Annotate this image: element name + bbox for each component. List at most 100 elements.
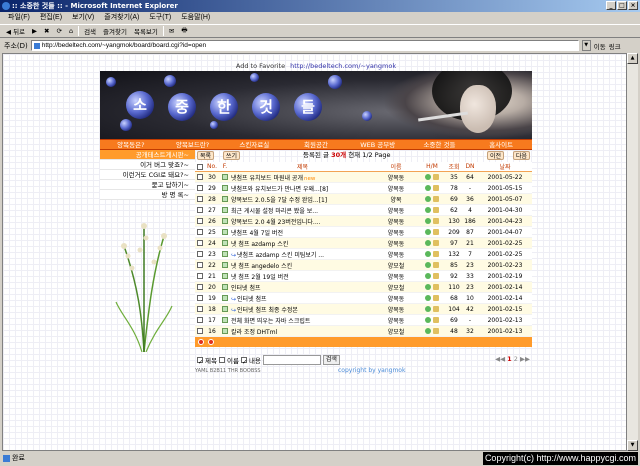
search-submit-button[interactable]: 검색 — [322, 355, 340, 365]
vertical-scrollbar[interactable]: ▲ ▼ — [627, 53, 638, 451]
row-title[interactable]: 냇첨프 4월 7일 버전 — [231, 230, 283, 237]
homepage-icon[interactable] — [433, 218, 439, 224]
write-button[interactable]: 쓰기 — [223, 151, 241, 160]
row-title-cell[interactable]: 칼라 조정 DHTml — [231, 325, 374, 337]
menu-help[interactable]: 도움말(H) — [181, 12, 210, 24]
row-title-cell[interactable]: ↪인터넷 첨프 최종 수정본 — [231, 303, 374, 315]
menu-favorites[interactable]: 즐겨찾기(A) — [104, 12, 139, 24]
table-row[interactable]: 16 칼라 조정 DHTml 양모철 48 32 2001-02-13 — [195, 325, 532, 337]
row-checkbox[interactable] — [195, 215, 205, 227]
row-checkbox[interactable] — [195, 171, 205, 183]
row-checkbox[interactable] — [195, 193, 205, 205]
next-button[interactable]: 다음 — [512, 151, 530, 160]
stop-button[interactable]: ✖ — [42, 27, 51, 35]
email-icon[interactable] — [425, 262, 431, 268]
row-author[interactable]: 양목동 — [374, 270, 418, 282]
table-row[interactable]: 22 냇 첨프 angedelo 스킨 양모철 85 23 2001-02-23 — [195, 259, 532, 271]
row-author[interactable]: 양목동 — [374, 171, 418, 183]
address-dropdown-icon[interactable]: ▼ — [581, 40, 591, 51]
row-title[interactable]: 양목보드 2.0 4월 23버전입니다.... — [231, 219, 321, 226]
scroll-up-icon[interactable]: ▲ — [627, 53, 638, 64]
homepage-icon[interactable] — [433, 185, 439, 191]
table-row[interactable]: 24 냇 첨프 azdamp 스킨 양목동 97 21 2001-02-25 — [195, 237, 532, 249]
email-icon[interactable] — [425, 328, 431, 334]
email-icon[interactable] — [425, 284, 431, 290]
row-title[interactable]: 냇첨프 azdamp 스킨 미팀보기 ... — [237, 252, 324, 259]
delete-icon[interactable] — [198, 339, 204, 345]
pager-next-icon[interactable]: ▶▶ — [520, 355, 530, 363]
email-icon[interactable] — [425, 295, 431, 301]
row-title[interactable]: 냇 첨프 azdamp 스킨 — [231, 241, 288, 248]
nav-item[interactable]: 회원공간 — [285, 140, 347, 149]
row-title-cell[interactable]: 냇 첨프 angedelo 스킨 — [231, 259, 374, 271]
row-checkbox[interactable] — [195, 281, 205, 293]
maximize-button[interactable]: □ — [617, 1, 627, 10]
table-row[interactable]: 17 전체 화면 띄우는 자바 스크립트 양목동 69-2001-02-13 — [195, 314, 532, 326]
select-all-checkbox[interactable] — [195, 162, 205, 172]
email-icon[interactable] — [425, 229, 431, 235]
table-row[interactable]: 25 냇첨프 4월 7일 버전 양목동 209 87 2001-04-07 — [195, 226, 532, 238]
row-title-cell[interactable]: 최근 게시물 설정 마리콘 봤을 보... — [231, 204, 374, 216]
row-checkbox[interactable] — [195, 270, 205, 282]
row-author[interactable]: 양목동 — [374, 248, 418, 260]
favorites-button[interactable]: 즐겨찾기 — [101, 26, 129, 36]
menu-view[interactable]: 보기(V) — [72, 12, 94, 24]
row-title-cell[interactable]: 냇 첨프 2월 19일 버전 — [231, 270, 374, 282]
row-author[interactable]: 양목동 — [374, 215, 418, 227]
row-author[interactable]: 양목동 — [374, 303, 418, 315]
homepage-icon[interactable] — [433, 262, 439, 268]
nav-item[interactable]: 홈사이트 — [470, 140, 532, 149]
row-author[interactable]: 양모철 — [374, 281, 418, 293]
email-icon[interactable] — [425, 317, 431, 323]
mail-button[interactable]: ✉ — [167, 27, 176, 35]
homepage-icon[interactable] — [433, 207, 439, 213]
pager-page-link[interactable]: 2 — [514, 355, 518, 363]
row-title[interactable]: 칼라 조정 DHTml — [231, 329, 277, 336]
select-icon[interactable] — [208, 339, 214, 345]
row-title[interactable]: 최근 게시물 설정 마리콘 봤을 보... — [231, 208, 318, 215]
sidebar-item-qna[interactable]: 묻고 답하기~ — [100, 180, 195, 190]
go-button[interactable]: 이동 — [594, 41, 606, 51]
table-row[interactable]: 27 최근 게시물 설정 마리콘 봤을 보... 양목동 62 4 2001-04-30 — [195, 204, 532, 216]
menu-tools[interactable]: 도구(T) — [149, 12, 171, 24]
table-row[interactable]: 26 양목보드 2.0 4월 23버전입니다.... 양목동 130 186 2001-0… — [195, 215, 532, 227]
row-checkbox[interactable] — [195, 292, 205, 304]
row-title-cell[interactable]: 냇 첨프 azdamp 스킨 — [231, 237, 374, 249]
email-icon[interactable] — [425, 174, 431, 180]
search-name-checkbox[interactable] — [218, 357, 225, 363]
homepage-icon[interactable] — [433, 317, 439, 323]
forward-button[interactable]: ▶ — [30, 27, 39, 35]
search-input[interactable] — [262, 355, 321, 365]
row-title-cell[interactable]: 양목보드 2.0 4월 23버전입니다.... — [231, 215, 374, 227]
row-title[interactable]: 냇첨프와 유치보드가 만나면 우왜...[8] — [231, 186, 328, 193]
nav-item[interactable]: 스킨자료실 — [223, 140, 285, 149]
row-checkbox[interactable] — [195, 204, 205, 216]
table-row[interactable]: 30 냇첨프 유치보드 마원내 공개new 양목동 35 64 2001-05-22 — [195, 171, 532, 183]
sidebar-item-guestbook[interactable]: 방 명 록~ — [100, 190, 195, 200]
homepage-icon[interactable] — [433, 251, 439, 257]
row-title[interactable]: 양목보드 2.0.5을 7달 수정 완입...[1] — [231, 197, 327, 204]
prev-button[interactable]: 이전 — [486, 151, 504, 160]
add-favorite-link[interactable]: Add to Favorite — [236, 62, 285, 70]
row-title[interactable]: 냇첨프 유치보드 마원내 공개 — [231, 175, 303, 182]
table-row[interactable]: 19 ↪인터넷 첨프 양목동 68 10 2001-02-14 — [195, 292, 532, 304]
homepage-icon[interactable] — [433, 328, 439, 334]
row-checkbox[interactable] — [195, 314, 205, 326]
homepage-icon[interactable] — [433, 229, 439, 235]
table-row[interactable]: 23 ↪냇첨프 azdamp 스킨 미팀보기 ... 양목동 132 7 2001-02-… — [195, 248, 532, 260]
menu-file[interactable]: 파일(F) — [8, 12, 30, 24]
row-title[interactable]: 냇 첨프 angedelo 스킨 — [231, 263, 292, 270]
sidebar-item-open-board[interactable]: 공개테스트게시판~ — [100, 150, 195, 160]
scroll-down-icon[interactable]: ▼ — [627, 440, 638, 451]
nav-item[interactable]: 소중한 것들 — [409, 140, 471, 149]
row-author[interactable]: 양목동 — [374, 182, 418, 194]
table-row[interactable]: 28 양목보드 2.0.5을 7달 수정 완입...[1] 양목 69 36 2001-0… — [195, 193, 532, 205]
email-icon[interactable] — [425, 218, 431, 224]
row-title-cell[interactable]: 인터넷 첨프 — [231, 281, 374, 293]
table-row[interactable]: 20 인터넷 첨프 양모철 110 23 2001-02-14 — [195, 281, 532, 293]
home-button[interactable]: ⌂ — [67, 27, 75, 35]
row-author[interactable]: 양목동 — [374, 314, 418, 326]
homepage-icon[interactable] — [433, 306, 439, 312]
homepage-icon[interactable] — [433, 196, 439, 202]
list-button[interactable]: 목록 — [197, 151, 215, 160]
